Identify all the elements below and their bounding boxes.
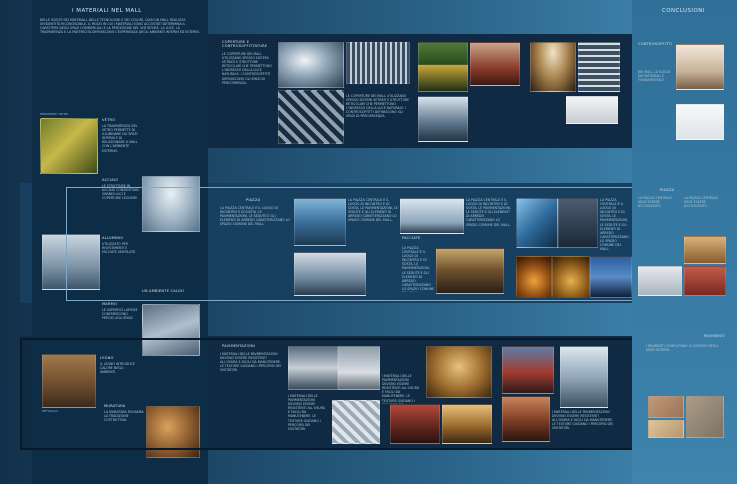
swatch-stone xyxy=(686,396,724,438)
photo-night-blue xyxy=(590,256,632,298)
photo-night-amber xyxy=(552,256,590,298)
photo-ceiling-white xyxy=(676,104,724,140)
photo-facade-brick xyxy=(502,396,550,442)
top-heading: COPERTURE E CONTROSOFFITTATURE xyxy=(222,40,268,48)
photo-gallery-interior xyxy=(288,346,338,390)
left-intro: NELLE SCELTE DEI MATERIALI, DELLE TECNOL… xyxy=(40,18,200,35)
photo-white-ceiling xyxy=(566,96,618,124)
bottom-text: I MATERIALI DELLE PAVIMENTAZIONI DEVONO … xyxy=(220,352,282,373)
swatch-sand xyxy=(648,420,684,438)
photo-water-plaza xyxy=(294,198,346,246)
top-text-2: LE COPERTURE DEI MALL UTILIZZANO SPESSO … xyxy=(346,94,410,119)
left-title: I MATERIALI NEL MALL xyxy=(72,8,142,14)
swatch-wood xyxy=(648,396,684,418)
middle-text: LA PIAZZA CENTRALE È IL LUOGO DI INCONTR… xyxy=(220,206,290,227)
photo-night-orange xyxy=(516,256,552,298)
photo-grid-ceiling xyxy=(578,42,620,92)
middle-text-4: LA PIAZZA CENTRALE È IL LUOGO DI INCONTR… xyxy=(402,246,434,292)
middle-text-2: LA PIAZZA CENTRALE È IL LUOGO DI INCONTR… xyxy=(348,198,398,223)
bottom-text-3: I MATERIALI DELLE PAVIMENTAZIONI DEVONO … xyxy=(382,374,420,404)
right-title: CONCLUSIONI xyxy=(662,8,705,14)
photo-piazza-interior xyxy=(294,252,366,296)
right-text-2: LA PIAZZA CENTRALE DEVE ESSERE ACCOGLIEN… xyxy=(638,196,673,209)
right-sub-2: PIAZZA xyxy=(660,188,675,192)
right-sub-3: PAVIMENTI xyxy=(704,334,725,338)
middle-caption-1: FACCIATE xyxy=(402,236,421,240)
photo-ceiling-warm xyxy=(676,44,724,90)
photo-roof-truss xyxy=(346,42,410,84)
photo-shop-red xyxy=(390,404,440,444)
photo-store-floor xyxy=(338,346,380,390)
bottom-heading: PAVIMENTAZIONI xyxy=(222,344,256,348)
photo-plaza-pale xyxy=(638,266,682,296)
right-sub-1: CONTROSOFFITTI xyxy=(638,42,673,46)
section-label-marmo: MARMO xyxy=(102,302,117,306)
middle-text-3: LA PIAZZA CENTRALE È IL LUOGO DI INCONTR… xyxy=(466,198,512,227)
photo-floor-pattern xyxy=(332,400,380,444)
section-text-marmo: LE SUPERFICI LAPIDEE CONFERISCONO PREGIO… xyxy=(102,308,138,321)
right-text-2b: LA PIAZZA CENTRALE DEVE ESSERE ACCOGLIEN… xyxy=(684,196,719,209)
section-text-vetro: LA TRASPARENZA DEL VETRO PERMETTE DI ILL… xyxy=(102,124,138,153)
photo-roof-panels xyxy=(278,90,344,144)
photo-tower-blue xyxy=(516,198,558,248)
photo-street-red xyxy=(502,346,554,394)
poster: I MATERIALI NEL MALL NELLE SCELTE DEI MA… xyxy=(0,0,737,484)
photo-atrium-bright xyxy=(560,346,608,408)
bottom-text-4: I MATERIALI DELLE PAVIMENTAZIONI DEVONO … xyxy=(552,410,614,431)
photo-plaza-warm xyxy=(684,236,726,264)
photo-atrium-green xyxy=(40,118,98,174)
right-text-3: I PAVIMENTI COMPLETANO IL DISEGNO DEGLI … xyxy=(646,344,718,353)
middle-text-5: LA PIAZZA CENTRALE È IL LUOGO DI INCONTR… xyxy=(600,198,629,250)
section-label-vetro: VETRO xyxy=(102,118,116,122)
top-text: LE COPERTURE DEI MALL UTILIZZANO SPESSO … xyxy=(222,52,272,85)
photo-arcade-red xyxy=(470,42,520,86)
photo-skylight xyxy=(418,96,468,142)
photo-shop-warm xyxy=(426,346,492,398)
left-caption-1: PRECEDENT: VETRO xyxy=(40,112,68,116)
photo-plaza-red xyxy=(684,266,726,296)
photo-canopy-dark xyxy=(558,198,598,248)
photo-park-sign xyxy=(418,42,468,92)
photo-facade-white xyxy=(400,198,464,234)
photo-roof-glass xyxy=(278,42,344,88)
bottom-text-2: I MATERIALI DELLE PAVIMENTAZIONI DEVONO … xyxy=(288,394,326,431)
right-text-1: NEI MALL LA SCELTA DEI MATERIALI È FONDA… xyxy=(638,70,671,83)
middle-heading: PIAZZA xyxy=(246,198,261,202)
section-label-acciaio: ACCIAIO xyxy=(102,178,119,182)
photo-shop-gold xyxy=(442,404,492,444)
photo-vault-cross xyxy=(530,42,576,92)
photo-street-night xyxy=(436,248,504,294)
